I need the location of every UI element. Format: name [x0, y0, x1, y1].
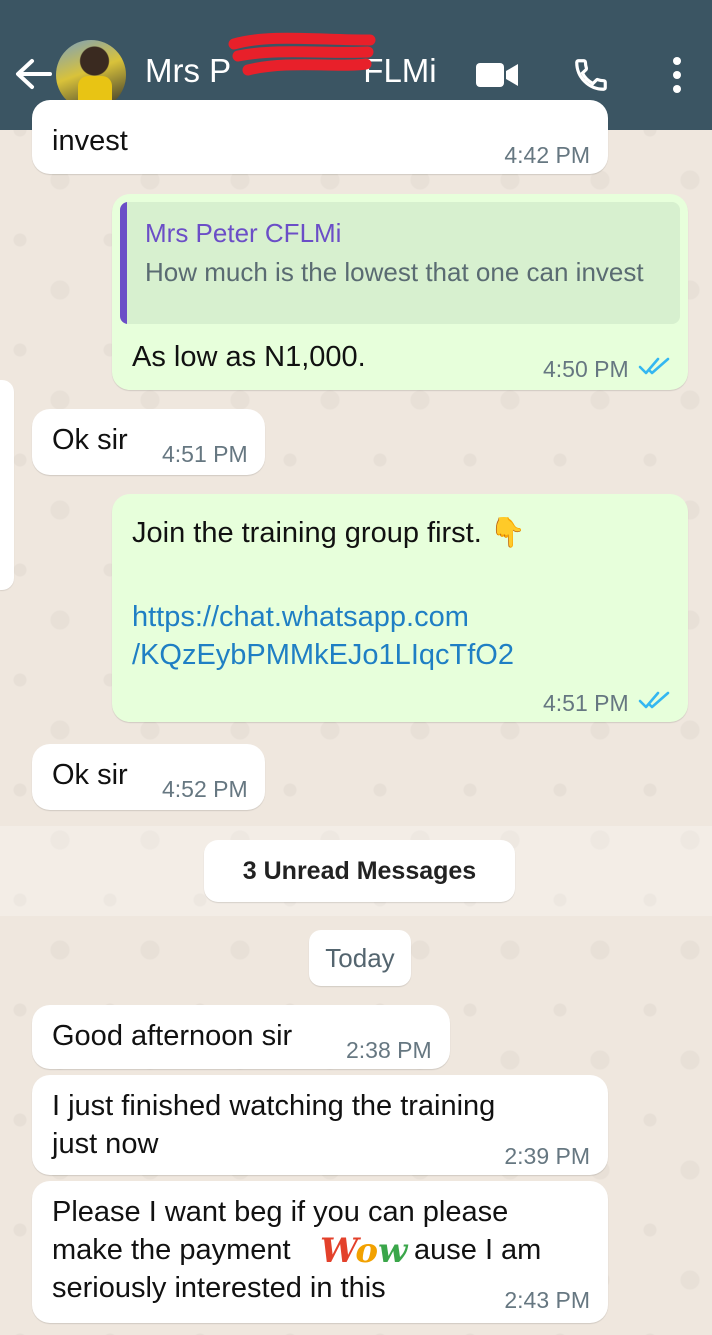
message-bubble-incoming[interactable]: Please I want beg if you can please make… — [32, 1181, 608, 1323]
quoted-message[interactable]: Mrs Peter CFLMi How much is the lowest t… — [120, 202, 680, 324]
partial-bubble-edge — [0, 380, 14, 590]
date-divider: Today — [309, 930, 411, 986]
message-text-line2b: ause I am — [414, 1234, 542, 1266]
message-text-line3: seriously interested in this — [52, 1272, 386, 1304]
message-bubble-outgoing[interactable]: Join the training group first. 👇 https:/… — [112, 494, 688, 722]
message-text: Good afternoon sir — [52, 1020, 293, 1052]
quote-author: Mrs Peter CFLMi — [145, 218, 342, 248]
message-text-line2a: make the payment — [52, 1234, 291, 1266]
message-bubble-incoming[interactable]: Good afternoon sir 2:38 PM — [32, 1005, 450, 1069]
message-time: 2:43 PM — [504, 1287, 590, 1313]
message-text: I just finished watching the training — [52, 1090, 496, 1122]
message-text: Ok sir — [52, 424, 128, 456]
read-ticks-icon — [638, 691, 670, 709]
more-options-icon[interactable] — [667, 56, 687, 94]
back-arrow-icon[interactable] — [14, 58, 52, 90]
video-call-icon[interactable] — [475, 61, 519, 89]
message-text: Join the training group first. 👇 — [132, 517, 526, 549]
message-time: 4:51 PM — [543, 690, 629, 716]
unread-messages-divider: 3 Unread Messages — [204, 840, 515, 902]
message-bubble-incoming[interactable]: Ok sir 4:52 PM — [32, 744, 265, 810]
quote-accent-bar — [120, 202, 127, 324]
message-text: invest — [52, 125, 128, 157]
message-bubble-incoming[interactable]: invest 4:42 PM — [32, 100, 608, 174]
voice-call-icon[interactable] — [572, 56, 610, 94]
message-bubble-outgoing[interactable]: Mrs Peter CFLMi How much is the lowest t… — [112, 194, 688, 390]
message-bubble-incoming[interactable]: I just finished watching the training ju… — [32, 1075, 608, 1175]
message-text: Ok sir — [52, 759, 128, 791]
invite-link-continued[interactable]: /KQzEybPMMkEJo1LIqcTfO2 — [132, 636, 514, 674]
redaction-scribble — [228, 32, 376, 76]
message-text-line2: just now — [52, 1128, 159, 1160]
message-bubble-incoming[interactable]: Ok sir 4:51 PM — [32, 409, 265, 475]
message-text: As low as N1,000. — [132, 341, 366, 373]
message-time: 2:38 PM — [346, 1037, 432, 1063]
message-time: 2:39 PM — [504, 1143, 590, 1169]
message-time: 4:50 PM — [543, 356, 629, 382]
message-time: 4:52 PM — [162, 776, 248, 802]
wow-sticker-icon: Wow — [320, 1231, 408, 1271]
invite-link[interactable]: https://chat.whatsapp.com — [132, 598, 469, 636]
quote-text: How much is the lowest that one can inve… — [145, 257, 644, 287]
read-ticks-icon — [638, 357, 670, 375]
message-time: 4:42 PM — [504, 142, 590, 168]
message-text: Please I want beg if you can please — [52, 1196, 509, 1228]
message-time: 4:51 PM — [162, 441, 248, 467]
